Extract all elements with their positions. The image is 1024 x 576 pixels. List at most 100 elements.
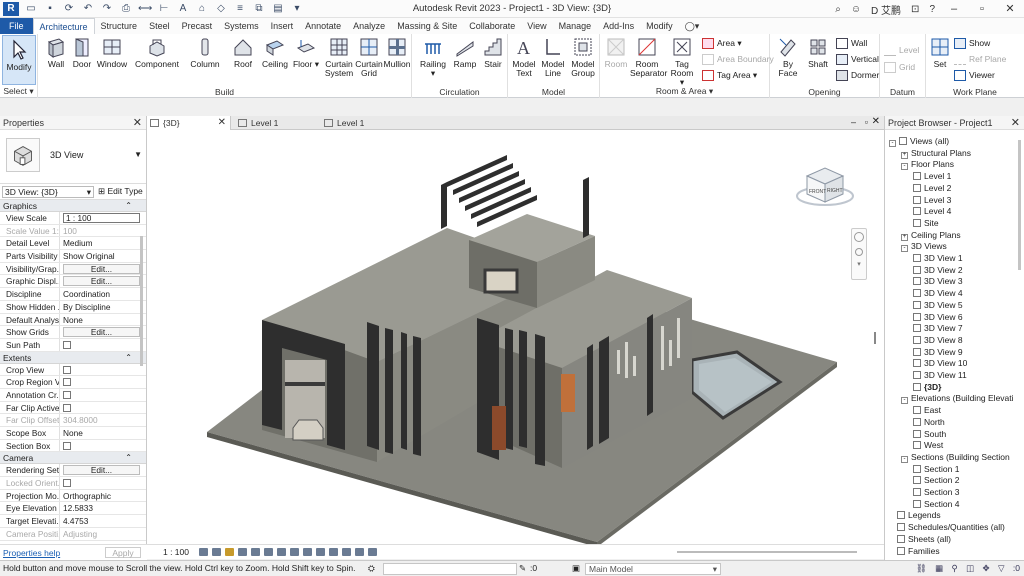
select-links-icon[interactable]: ⛓ [916,563,927,573]
tab-structure[interactable]: Structure [95,18,144,34]
browser-node[interactable]: -3D Views [901,241,947,253]
browser-node[interactable]: South [913,429,946,441]
shaft-button[interactable]: Shaft [804,36,832,69]
browser-node[interactable]: + Structural Plans [901,148,971,160]
crop-view-icon[interactable] [264,548,273,556]
status-workset-field[interactable] [383,563,517,575]
switch-windows-icon[interactable]: ▤ [271,3,285,15]
property-value[interactable]: Edit... [60,275,146,287]
browser-node[interactable]: 3D View 11 [913,370,967,382]
modify-button[interactable]: Modify [2,35,36,85]
property-value[interactable] [60,440,146,452]
property-value[interactable]: None [60,427,146,439]
property-value[interactable]: 100 [60,225,146,237]
editable-only-icon[interactable]: ✎ [519,561,526,576]
browser-node[interactable]: - Floor Plans [901,159,954,171]
edit-button[interactable]: Edit... [63,276,140,287]
tab-systems[interactable]: Systems [218,18,265,34]
level-button[interactable]: Level [884,43,919,57]
steering-wheel-icon[interactable] [854,232,864,242]
tab-level-1-second[interactable]: Level 1 [321,116,405,130]
temp-hide-icon[interactable] [303,548,312,556]
print-icon[interactable]: ⎙ [119,3,133,15]
property-value[interactable] [60,402,146,414]
show-workplane-button[interactable]: Show [954,36,990,50]
shadows-icon[interactable] [238,548,247,556]
edit-button[interactable]: Edit... [63,263,140,274]
curtain-system-button[interactable]: Curtain System [324,36,354,78]
browser-node[interactable]: 3D View 3 [913,276,963,288]
browser-node[interactable]: Site [913,218,939,230]
minimize-view-icon[interactable]: – [851,117,856,127]
category-extents[interactable]: Extents ⌃ [0,351,146,364]
browser-node[interactable]: East [913,405,941,417]
collapse-icon[interactable]: - [901,455,908,463]
browser-node[interactable]: Families [897,546,940,558]
railing-button[interactable]: Railing ▾ [418,36,448,78]
property-value[interactable]: None [60,314,146,326]
property-value[interactable]: Coordination [60,288,146,300]
apply-button[interactable]: Apply [105,547,141,558]
drag-elements-icon[interactable]: ✥ [982,563,989,573]
component-button[interactable]: Component [134,36,180,69]
properties-scrollbar[interactable] [140,236,143,366]
property-value[interactable]: Adjusting [60,528,146,540]
browser-node[interactable]: Level 4 [913,206,951,218]
tab-analyze[interactable]: Analyze [347,18,391,34]
category-camera[interactable]: Camera ⌃ [0,452,146,465]
property-value[interactable] [60,339,146,351]
zoom-icon[interactable] [855,248,863,256]
building-3d-model[interactable] [147,130,884,544]
browser-scrollbar[interactable] [1018,140,1021,270]
browser-node[interactable]: Section 2 [913,475,959,487]
minimize-button[interactable]: – [940,0,968,18]
property-value[interactable]: 304.8000 [60,414,146,426]
browser-node[interactable]: Schedules/Quantities (all) [897,522,1005,534]
edit-button[interactable]: Edit... [63,327,140,338]
mullion-button[interactable]: Mullion [382,36,412,69]
property-value[interactable]: Edit... [60,464,146,476]
property-value[interactable]: Orthographic [60,490,146,502]
chevron-down-icon[interactable]: ▼ [134,150,142,159]
model-group-button[interactable]: Model Group [568,36,598,78]
properties-help-link[interactable]: Properties help [3,548,60,558]
tag-area-button[interactable]: Tag Area ▾ [702,68,757,82]
tab-add-ins[interactable]: Add-Ins [597,18,640,34]
close-icon[interactable]: ✕ [133,116,142,130]
tab-insert[interactable]: Insert [265,18,300,34]
restore-view-icon[interactable]: ▫ [865,117,868,127]
model-canvas[interactable]: FRONT RIGHT ▾ [147,130,884,544]
browser-node[interactable]: West [913,440,943,452]
property-value[interactable] [60,376,146,388]
browser-node[interactable]: Section 4 [913,499,959,511]
user-icon[interactable]: ☺ [851,4,861,15]
tab-file[interactable]: File [0,18,33,34]
door-button[interactable]: Door [70,36,94,69]
close-icon[interactable]: ✕ [218,116,226,130]
save-icon[interactable]: ▪ [43,3,57,15]
tab-view[interactable]: View [521,18,552,34]
select-dropdown[interactable]: Select ▾ [0,86,37,97]
stair-button[interactable]: Stair [480,36,506,69]
area-button[interactable]: Area ▾ [702,36,742,50]
revit-logo-icon[interactable]: R [3,1,19,16]
type-selector[interactable]: 3D View ▼ [0,130,146,184]
tag-room-button[interactable]: Tag Room ▾ [668,36,696,87]
room-button[interactable]: Room [602,36,630,69]
close-button[interactable]: ✕ [996,0,1024,18]
browser-node[interactable]: 3D View 6 [913,312,963,324]
user-name[interactable]: D 艾鹏 [871,2,901,17]
ramp-button[interactable]: Ramp [452,36,478,69]
property-value[interactable]: By Discipline [60,301,146,313]
close-view-icon[interactable]: ✕ [872,116,880,127]
expand-icon[interactable]: + [901,151,908,159]
design-option-select[interactable]: Main Model ▾ [585,563,721,575]
browser-node[interactable]: Level 3 [913,195,951,207]
browser-node[interactable]: Section 1 [913,464,959,476]
browser-node[interactable]: 3D View 7 [913,323,963,335]
collapse-icon[interactable]: - [901,245,908,253]
collapse-icon[interactable]: - [889,140,896,147]
wall-button[interactable]: Wall [42,36,70,69]
viewcube-icon[interactable]: FRONT RIGHT [795,160,855,210]
checkbox[interactable] [63,479,71,488]
